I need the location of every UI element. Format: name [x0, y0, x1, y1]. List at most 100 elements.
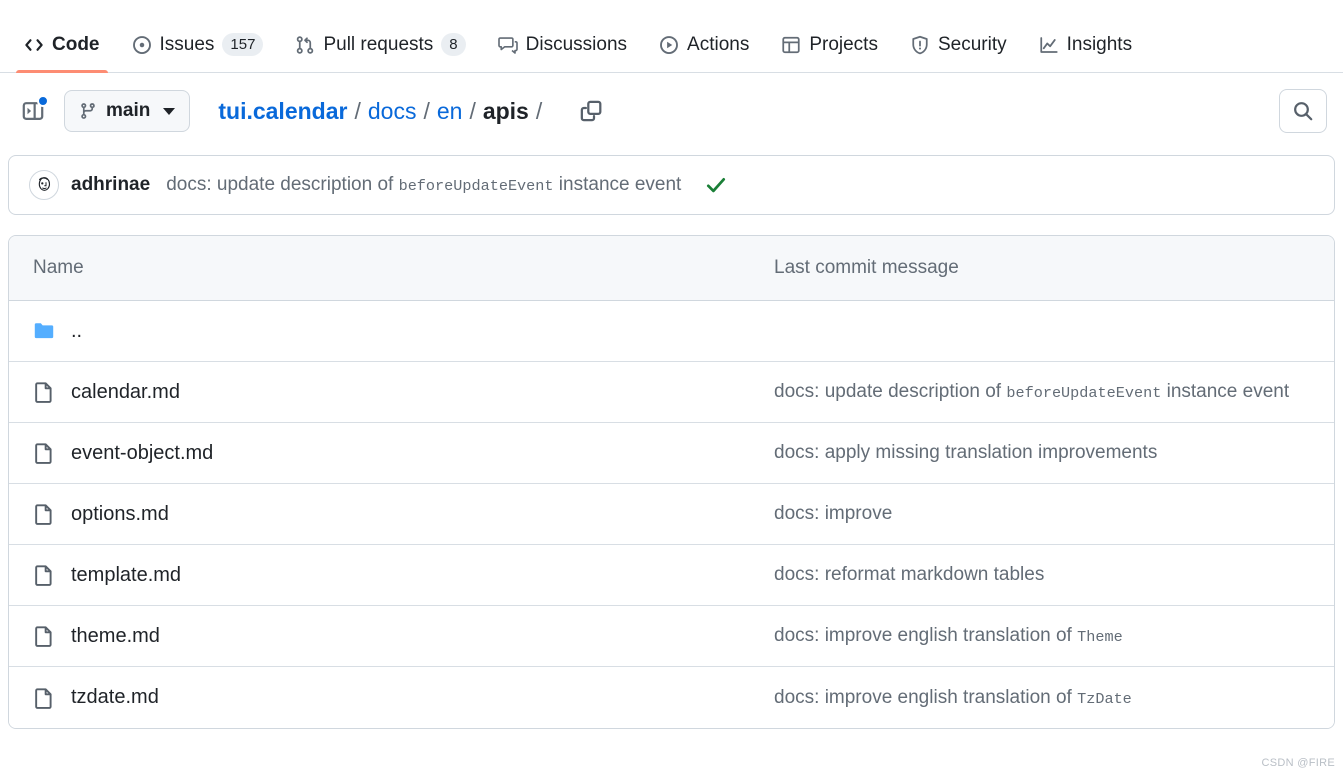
file-name-cell: calendar.md — [9, 381, 774, 404]
file-icon — [33, 564, 55, 586]
commit-message-code: TzDate — [1077, 689, 1132, 708]
commit-message-suffix: instance event — [553, 174, 682, 195]
nav-tab-label: Code — [52, 34, 100, 55]
commit-message-cell[interactable]: docs: reformat markdown tables — [774, 564, 1334, 586]
nav-tab-label: Insights — [1066, 34, 1133, 55]
nav-tab-counter: 8 — [441, 33, 466, 56]
breadcrumb-separator: / — [354, 97, 361, 124]
breadcrumb-segment-docs[interactable]: docs — [368, 98, 417, 125]
nav-tab-issues[interactable]: Issues 157 — [124, 25, 272, 72]
git-branch-icon — [81, 103, 95, 119]
file-name-cell: theme.md — [9, 625, 774, 648]
nav-tab-discussions[interactable]: Discussions — [490, 26, 635, 72]
table-row: event-object.md docs: apply missing trans… — [9, 423, 1334, 484]
commit-message-code: Theme — [1077, 628, 1123, 646]
nav-tab-label: Discussions — [525, 34, 628, 55]
breadcrumb-separator: / — [469, 97, 476, 124]
table-icon — [781, 35, 801, 55]
nav-tab-counter: 157 — [222, 33, 264, 56]
file-name-cell: options.md — [9, 503, 774, 526]
commit-message-prefix: docs: improve — [774, 503, 893, 524]
file-link[interactable]: calendar.md — [71, 381, 180, 404]
commit-message-link[interactable]: docs: update description of beforeUpdate… — [166, 174, 681, 196]
commit-author-link[interactable]: adhrinae — [71, 174, 150, 196]
commit-message-prefix: docs: update description of — [774, 381, 1007, 402]
play-icon — [659, 35, 679, 55]
breadcrumb-segment-en[interactable]: en — [437, 98, 463, 125]
nav-tab-label: Actions — [687, 34, 750, 55]
table-row: .. — [9, 301, 1334, 362]
commit-message-prefix: docs: improve english translation of — [774, 625, 1078, 646]
file-link[interactable]: tzdate.md — [71, 686, 159, 709]
commit-message-cell[interactable]: docs: improve english translation of TzD… — [774, 687, 1334, 709]
sidebar-expand-button[interactable] — [16, 94, 50, 128]
nav-tab-security[interactable]: Security — [902, 26, 1015, 72]
parent-directory-link[interactable]: .. — [71, 320, 82, 343]
latest-commit-bar: adhrinae docs: update description of bef… — [8, 155, 1335, 215]
nav-tab-label: Projects — [809, 34, 878, 55]
commit-message-prefix: docs: apply missing translation improvem… — [774, 442, 1158, 463]
commit-message-prefix: docs: improve english translation of — [774, 686, 1078, 708]
nav-tab-actions[interactable]: Actions — [651, 26, 757, 72]
file-icon — [33, 381, 55, 403]
commit-message-cell[interactable]: docs: update description of beforeUpdate… — [774, 381, 1334, 403]
commit-status-badge[interactable] — [705, 174, 727, 196]
table-header-row: Name Last commit message — [9, 236, 1334, 301]
search-button[interactable] — [1279, 89, 1327, 133]
table-row: calendar.md docs: update description of b… — [9, 362, 1334, 423]
table-row: template.md docs: reformat markdown table… — [9, 545, 1334, 606]
avatar[interactable] — [29, 170, 59, 200]
breadcrumb-root-link[interactable]: tui.calendar — [218, 98, 347, 125]
shield-icon — [910, 35, 930, 55]
commit-message-cell[interactable]: docs: improve english translation of The… — [774, 625, 1334, 647]
folder-icon — [33, 320, 55, 342]
file-link[interactable]: theme.md — [71, 625, 160, 648]
column-header-name: Name — [33, 257, 84, 278]
table-row: tzdate.md docs: improve english translati… — [9, 667, 1334, 728]
file-icon — [33, 503, 55, 525]
comment-discussion-icon — [497, 35, 518, 55]
table-row: options.md docs: improve — [9, 484, 1334, 545]
file-name-cell: template.md — [9, 564, 774, 587]
git-pull-request-icon — [295, 35, 315, 55]
breadcrumb: tui.calendar / docs / en / apis / — [218, 98, 549, 125]
file-name-cell: event-object.md — [9, 442, 774, 465]
nav-tab-label: Issues — [159, 33, 215, 55]
file-link[interactable]: template.md — [71, 564, 181, 587]
commit-message-suffix: instance event — [1161, 381, 1290, 402]
commit-message-cell[interactable]: docs: improve — [774, 503, 1334, 525]
nav-tab-label: Security — [937, 34, 1007, 55]
nav-tab-code[interactable]: Code — [16, 26, 108, 73]
commit-message-cell[interactable]: docs: apply missing translation improvem… — [774, 442, 1334, 464]
nav-tab-insights[interactable]: Insights — [1031, 26, 1140, 72]
repo-path-toolbar: main tui.calendar / docs / en / apis / — [0, 73, 1343, 147]
file-icon — [33, 687, 55, 709]
repository-nav: Code Issues 157 Pull requests 8 Discussions Ac… — [0, 0, 1343, 73]
chevron-down-icon — [163, 107, 176, 115]
issue-opened-icon — [132, 35, 152, 55]
file-icon — [33, 442, 55, 464]
notification-dot — [37, 95, 49, 107]
commit-message-code: beforeUpdateEvent — [1006, 384, 1162, 402]
nav-tab-projects[interactable]: Projects — [773, 26, 886, 72]
commit-message-prefix: docs: reformat markdown tables — [774, 564, 1045, 585]
breadcrumb-separator: / — [423, 97, 430, 124]
file-icon — [33, 625, 55, 647]
breadcrumb-trailing-separator: / — [535, 97, 543, 124]
copy-icon — [580, 100, 602, 122]
code-icon — [24, 35, 44, 55]
branch-selector-button[interactable]: main — [64, 90, 191, 132]
commit-message-code: beforeUpdateEvent — [398, 177, 554, 195]
nav-tab-pull-requests[interactable]: Pull requests 8 — [287, 25, 473, 72]
file-link[interactable]: options.md — [71, 503, 169, 526]
search-icon — [1294, 102, 1313, 121]
watermark: CSDN @FIRE — [1261, 757, 1335, 769]
column-header-last-commit-message: Last commit message — [774, 257, 959, 278]
nav-tab-label: Pull requests — [323, 33, 434, 55]
file-name-cell: .. — [9, 320, 774, 343]
file-link[interactable]: event-object.md — [71, 442, 213, 465]
check-icon — [707, 177, 726, 193]
breadcrumb-segment-apis: apis — [482, 97, 529, 124]
graph-icon — [1039, 35, 1059, 55]
copy-path-button[interactable] — [579, 99, 603, 123]
